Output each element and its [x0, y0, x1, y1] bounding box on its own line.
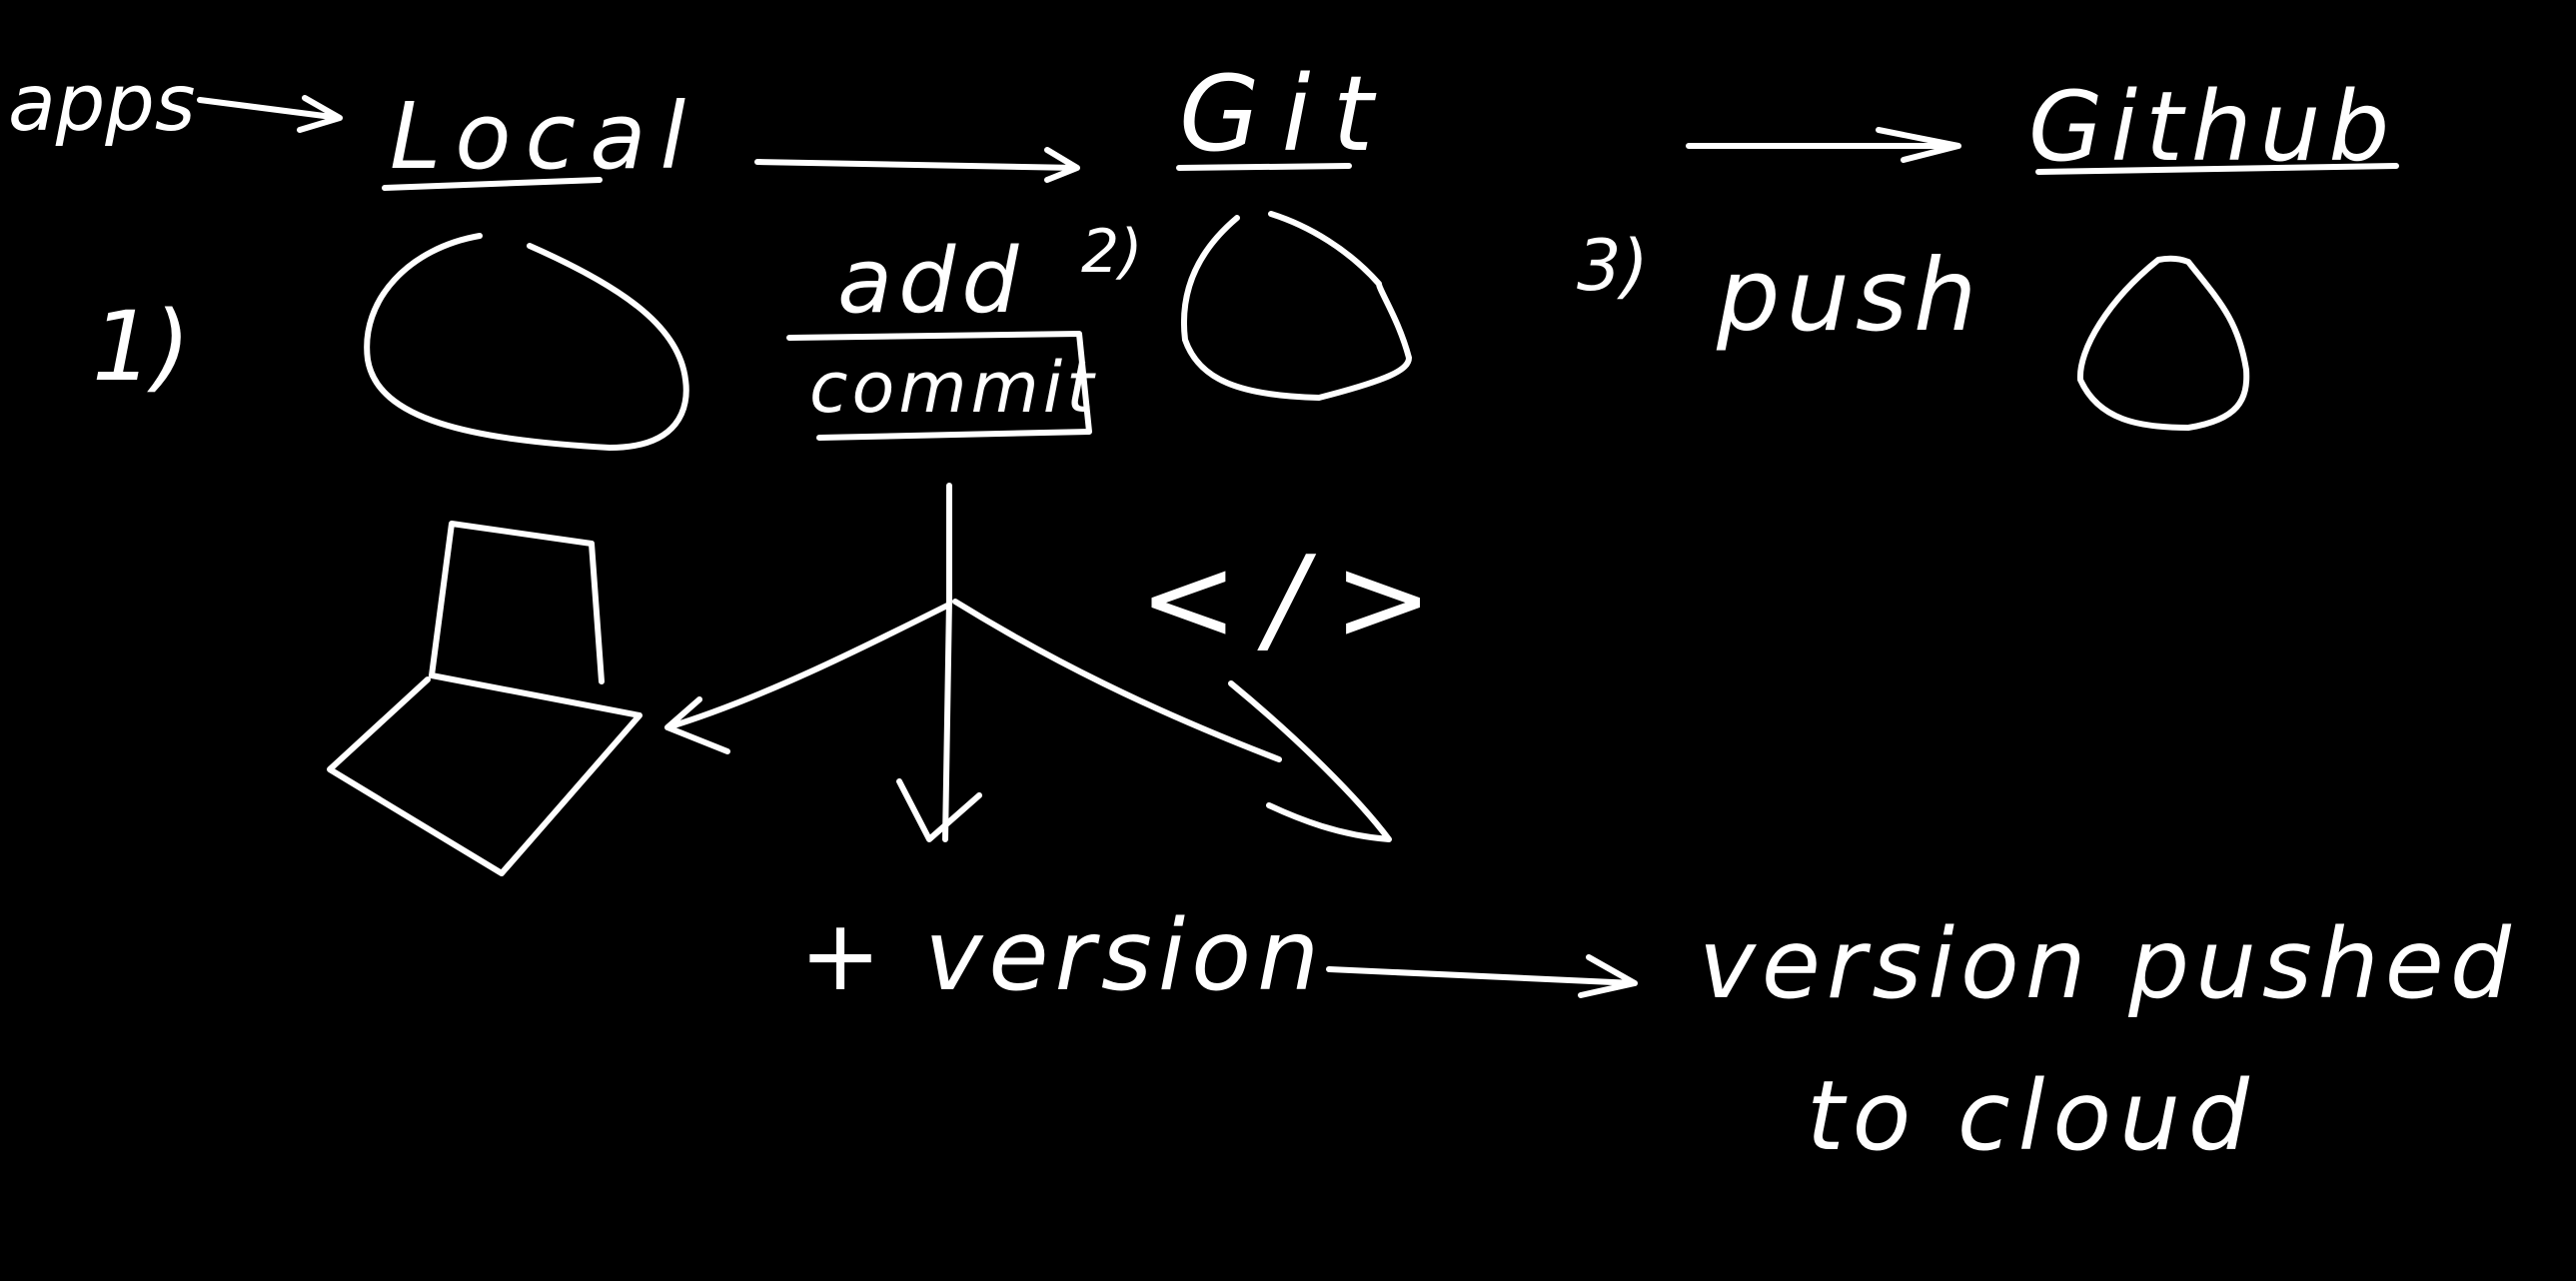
add-label: add	[837, 229, 1024, 334]
git-to-github-arrow	[1686, 127, 1961, 163]
step-3-label: 3)	[1577, 225, 1649, 307]
step-1-label: 1)	[92, 291, 191, 403]
whiteboard-canvas: apps Local Git Github 1) 2) 3) add commi…	[0, 0, 2576, 1281]
local-circle-icon	[364, 233, 689, 451]
to-cloud-label: to cloud	[1807, 1060, 2257, 1172]
commit-label: commit	[809, 347, 1098, 429]
right-branch-arrowhead	[1228, 680, 1392, 842]
down-arrowhead	[896, 778, 982, 842]
apps-label: apps	[8, 59, 195, 149]
git-circle-icon	[1181, 211, 1412, 401]
step-2-label: 2)	[1081, 217, 1143, 287]
left-branch-arrow	[664, 603, 950, 754]
local-label: Local	[390, 83, 699, 190]
apps-to-local-arrow	[197, 95, 343, 133]
git-label: Git	[1179, 53, 1395, 175]
laptop-icon	[327, 521, 643, 876]
local-to-git-arrow	[754, 147, 1080, 183]
version-to-cloud-arrow	[1326, 954, 1638, 998]
github-circle-icon	[2076, 255, 2250, 431]
code-tag-label: </>	[1139, 530, 1461, 667]
version-pushed-label: version pushed	[1699, 908, 2517, 1020]
whiteboard-drawing: apps Local Git Github 1) 2) 3) add commi…	[8, 53, 2517, 1172]
plus-version-label: + version	[799, 899, 1325, 1013]
commit-down-stem	[942, 483, 952, 842]
git-underline	[1176, 163, 1352, 171]
push-label: push	[1716, 237, 1982, 354]
